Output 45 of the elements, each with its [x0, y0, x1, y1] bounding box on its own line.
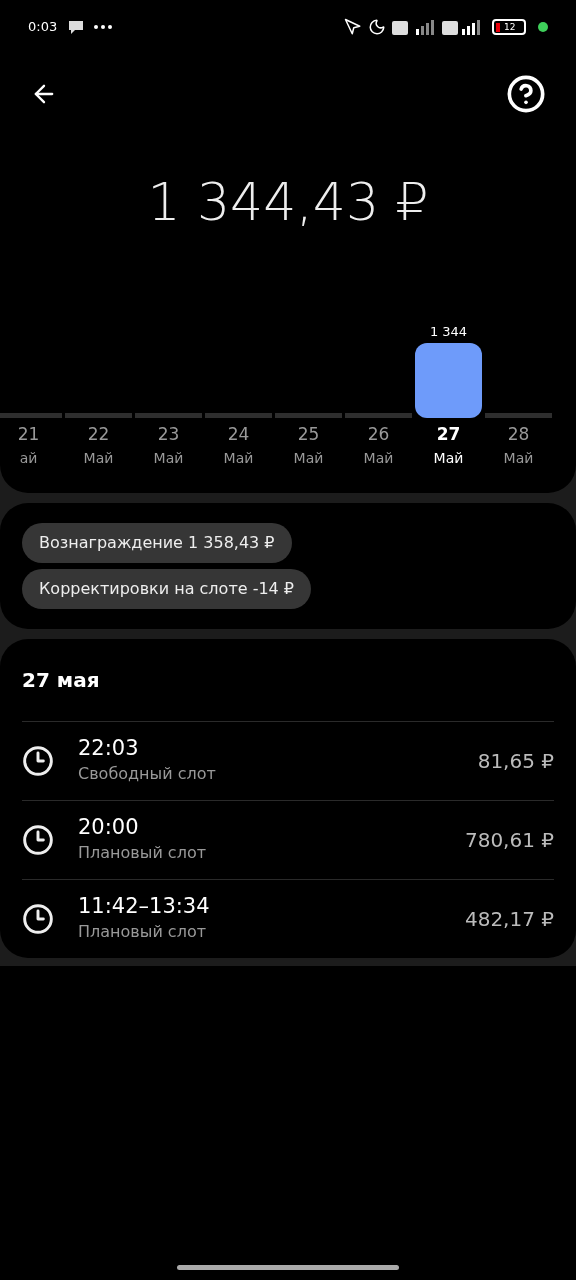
summary-chip: Корректировки на слоте -14 ₽: [22, 568, 312, 609]
day-label[interactable]: 25: [297, 422, 320, 448]
slot-type: Плановый слот: [78, 841, 206, 864]
bar-value-label: 1 344: [429, 322, 468, 341]
chat-icon: [67, 19, 86, 35]
total-amount: 1 344,43 ₽: [147, 176, 429, 228]
slot-type: Свободный слот: [78, 762, 216, 785]
day-label[interactable]: 21: [17, 422, 40, 448]
slot-time: 22:03: [78, 735, 140, 762]
day-label[interactable]: 26: [367, 422, 390, 448]
signal-icon: [392, 19, 482, 35]
slot-type: Плановый слот: [78, 920, 207, 943]
month-label: Май: [153, 448, 184, 468]
month-label: Май: [293, 448, 324, 468]
clock-icon: [22, 744, 54, 777]
month-label: Май: [83, 448, 114, 468]
day-label[interactable]: 27: [436, 422, 461, 448]
day-label[interactable]: 28: [507, 422, 530, 448]
day-label[interactable]: 22: [87, 422, 110, 448]
slot-time: 20:00: [78, 814, 140, 841]
slot-row[interactable]: 20:00 Плановый слот 780,61 ₽: [22, 799, 554, 879]
chart-bar[interactable]: [415, 343, 482, 418]
month-label: Май: [503, 448, 534, 468]
month-label: Май: [363, 448, 394, 468]
slot-amount: 780,61 ₽: [464, 826, 554, 854]
clock-icon: [22, 823, 54, 856]
more-icon: [93, 24, 114, 30]
location-icon: [344, 18, 362, 36]
battery-icon: 12: [492, 19, 526, 35]
month-label: Май: [223, 448, 254, 468]
summary-chip: Вознаграждение 1 358,43 ₽: [22, 522, 292, 563]
slot-amount: 81,65 ₽: [477, 747, 554, 775]
moon-icon: [368, 18, 386, 36]
slot-row[interactable]: 22:03 Свободный слот 81,65 ₽: [22, 720, 554, 800]
clock-icon: [22, 902, 54, 935]
day-title: 27 мая: [22, 666, 101, 694]
slot-amount: 482,17 ₽: [464, 905, 554, 933]
slot-time: 11:42–13:34: [78, 893, 210, 920]
day-label[interactable]: 24: [227, 422, 250, 448]
status-time: 0:03: [28, 18, 58, 37]
help-button[interactable]: [506, 74, 546, 114]
day-label[interactable]: 23: [157, 422, 180, 448]
month-label: ай: [19, 448, 38, 468]
month-label: Май: [433, 448, 464, 468]
slot-row[interactable]: 11:42–13:34 Плановый слот 482,17 ₽: [22, 878, 554, 958]
